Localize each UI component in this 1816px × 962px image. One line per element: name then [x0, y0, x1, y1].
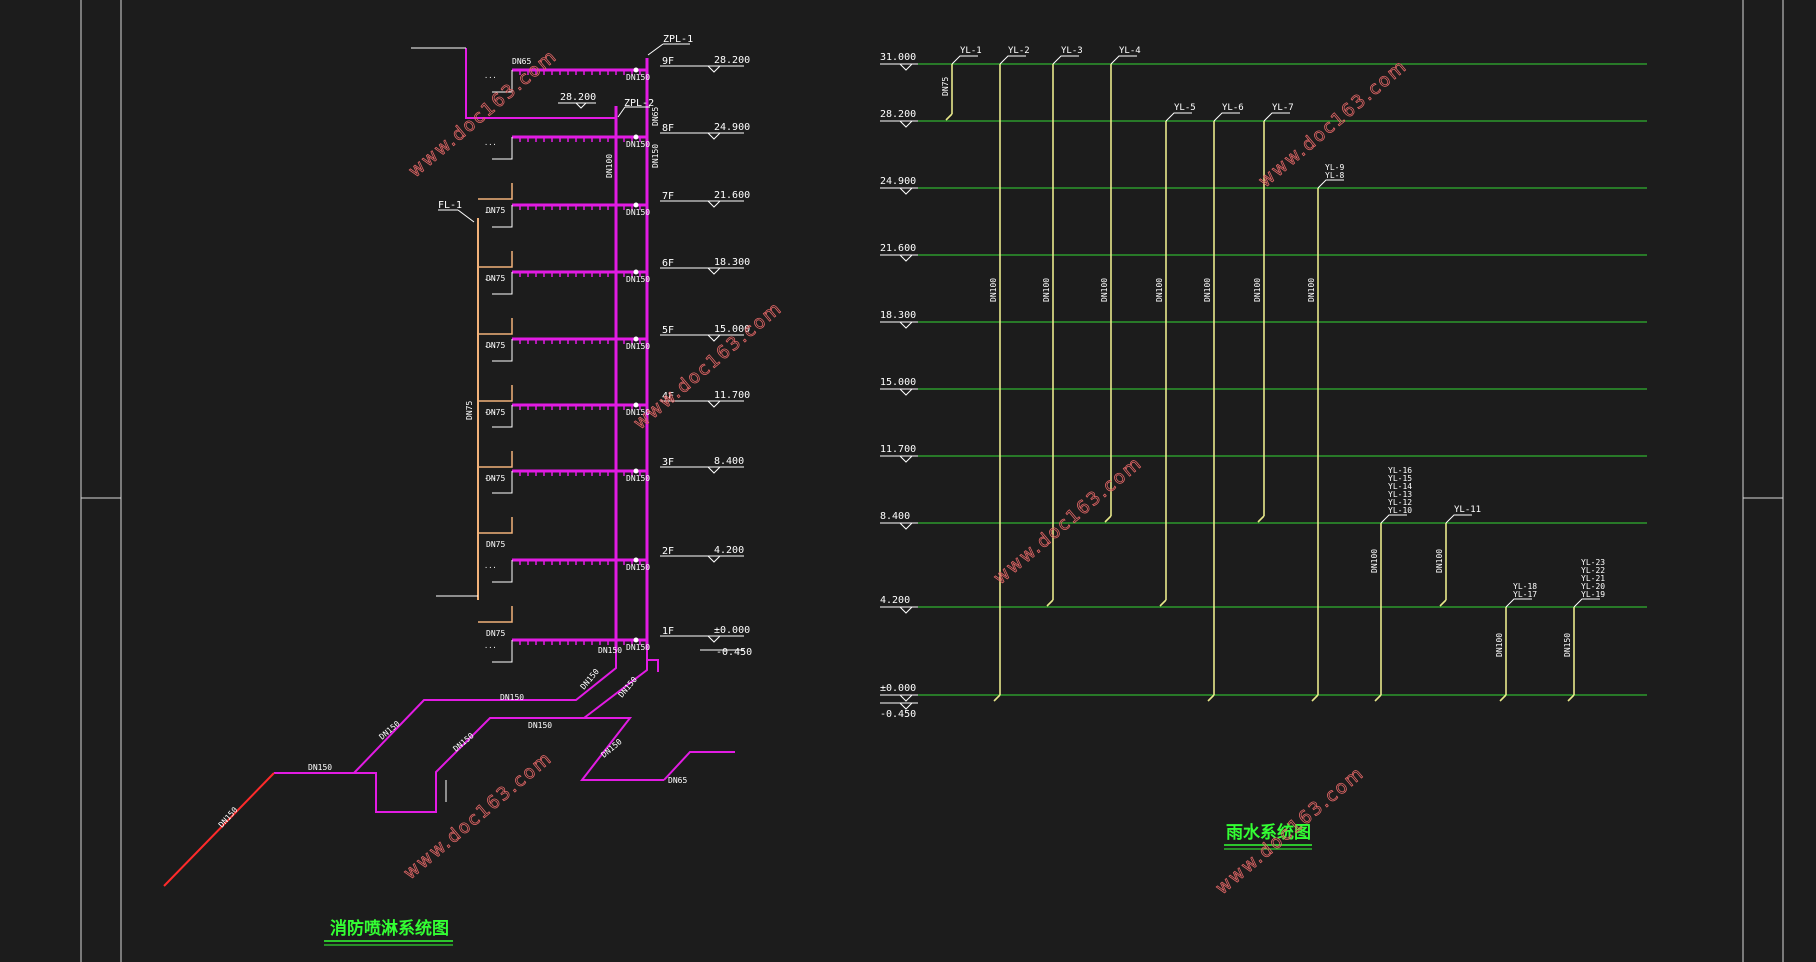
floor-label: 6F [662, 258, 674, 269]
pipe-size-label: DN150 [308, 763, 332, 772]
pipe-size-label: DN75 [486, 629, 505, 638]
drawing-canvas: ··· 9F DN150 28.200 ··· 8F DN150 24.900 ··· 7F DN1… [0, 0, 1816, 962]
pipe-size-label: DN100 [1307, 278, 1316, 302]
valve-icon [633, 402, 639, 408]
floor-label: 1F [662, 626, 674, 637]
elevation-text: ±0.000 [714, 625, 750, 636]
pipe-tag-label: YL-17 [1513, 590, 1537, 599]
pipe-tag-label: YL-7 [1272, 103, 1294, 113]
elevation-text: 24.900 [714, 122, 750, 133]
sprinkler-title: 消防喷淋系统图 [330, 918, 449, 939]
level-text: 8.400 [880, 511, 910, 522]
pipe-size-label: DN150 [528, 721, 552, 730]
pipe-tag-label: YL-3 [1061, 46, 1083, 56]
pipe-size-label: DN100 [1155, 278, 1164, 302]
valve-icon [633, 637, 639, 643]
pipe-size-label: DN75 [465, 401, 474, 420]
riser-label-text: ZPL-1 [663, 34, 693, 45]
pipe-size-label: DN150 [626, 140, 650, 149]
pipe-size-label: DN75 [486, 206, 505, 215]
riser-label-text: FL-1 [438, 200, 462, 211]
pipe-tag-label: YL-11 [1454, 505, 1481, 515]
valve-icon [633, 134, 639, 140]
pipe-size-label: DN150 [626, 474, 650, 483]
level-text: 11.700 [880, 444, 916, 455]
floor-label: 9F [662, 56, 674, 67]
pipe-size-label: DN100 [989, 278, 998, 302]
pipe-size-label: DN75 [486, 408, 505, 417]
pipe-size-label: DN150 [626, 208, 650, 217]
floor-label: 2F [662, 546, 674, 557]
pipe-size-label: DN75 [486, 341, 505, 350]
valve-icon [633, 336, 639, 342]
pipe-size-label: DN150 [626, 563, 650, 572]
floor-label: 7F [662, 191, 674, 202]
pipe-size-label: DN75 [941, 77, 950, 96]
pipe-size-label: DN150 [500, 693, 524, 702]
pipe-tag-label: YL-2 [1008, 46, 1030, 56]
valve-icon [633, 269, 639, 275]
level-text: 28.200 [880, 109, 916, 120]
valve-note: ··· [484, 141, 497, 149]
floor-label: 3F [662, 457, 674, 468]
background [0, 0, 1816, 962]
pipe-size-label: DN100 [1100, 278, 1109, 302]
pipe-size-label: DN75 [486, 540, 505, 549]
elevation-text: 28.200 [714, 55, 750, 66]
valve-note: ··· [484, 74, 497, 82]
riser-label-text: ZPL-2 [624, 98, 654, 109]
pipe-size-label: DN100 [1495, 633, 1504, 657]
pipe-tag-label: YL-10 [1388, 506, 1412, 515]
elevation-text: 11.700 [714, 390, 750, 401]
valve-icon [633, 202, 639, 208]
elevation-text: 4.200 [714, 545, 744, 556]
elevation-text: 21.600 [714, 190, 750, 201]
valve-note: ··· [484, 564, 497, 572]
pipe-tag-label: YL-8 [1325, 171, 1344, 180]
level-text: 15.000 [880, 377, 916, 388]
valve-icon [633, 468, 639, 474]
floor-label: 8F [662, 123, 674, 134]
level-text: 18.300 [880, 310, 916, 321]
pipe-size-label: DN150 [1563, 633, 1572, 657]
level-text: -0.450 [880, 709, 916, 720]
valve-note: ··· [484, 644, 497, 652]
elevation-text: 18.300 [714, 257, 750, 268]
level-text: 4.200 [880, 595, 910, 606]
level-text: 21.600 [880, 243, 916, 254]
level-text: ±0.000 [880, 683, 916, 694]
pipe-size-label: DN150 [626, 275, 650, 284]
elevation-text: 28.200 [560, 92, 596, 103]
pipe-size-label: DN100 [1435, 549, 1444, 573]
pipe-size-label: DN150 [651, 144, 660, 168]
pipe-size-label: DN65 [651, 107, 660, 126]
pipe-size-label: DN100 [1203, 278, 1212, 302]
pipe-size-label: DN150 [626, 643, 650, 652]
pipe-tag-label: YL-1 [960, 46, 982, 56]
elevation-text: -0.450 [716, 647, 752, 658]
pipe-tag-label: YL-6 [1222, 103, 1244, 113]
pipe-size-label: DN100 [605, 154, 614, 178]
level-text: 31.000 [880, 52, 916, 63]
pipe-size-label: DN150 [626, 342, 650, 351]
pipe-tag-label: YL-5 [1174, 103, 1196, 113]
valve-icon [633, 67, 639, 73]
pipe-tag-label: YL-19 [1581, 590, 1605, 599]
pipe-size-label: DN75 [486, 274, 505, 283]
level-text: 24.900 [880, 176, 916, 187]
pipe-tag-label: YL-4 [1119, 46, 1141, 56]
floor-label: 5F [662, 325, 674, 336]
pipe-size-label: DN100 [1042, 278, 1051, 302]
pipe-size-label: DN100 [1370, 549, 1379, 573]
pipe-size-label: DN150 [598, 646, 622, 655]
elevation-text: 8.400 [714, 456, 744, 467]
pipe-size-label: DN65 [668, 776, 687, 785]
pipe-size-label: DN75 [486, 474, 505, 483]
valve-icon [633, 557, 639, 563]
pipe-size-label: DN100 [1253, 278, 1262, 302]
pipe-size-label: DN150 [626, 73, 650, 82]
